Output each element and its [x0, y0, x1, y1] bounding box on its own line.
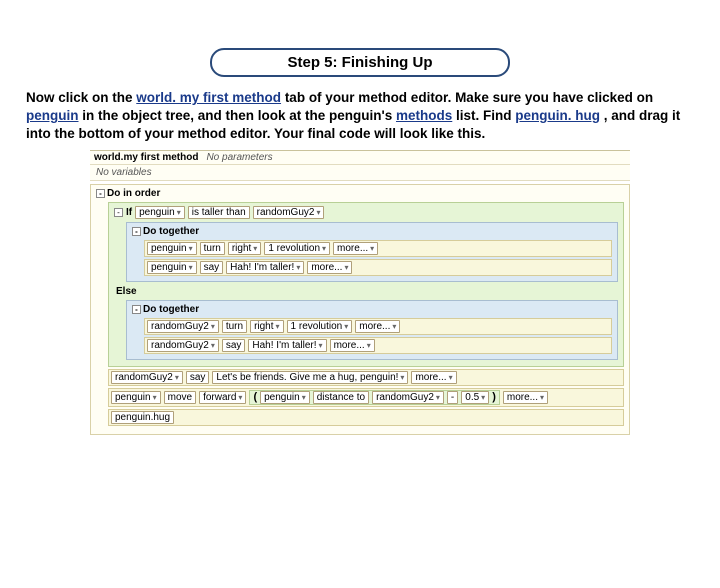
if-condition-row: - If penguin▾ is taller than randomGuy2▾ [112, 205, 620, 220]
verb-tile[interactable]: turn [222, 320, 247, 333]
subject-tile[interactable]: penguin▾ [111, 391, 161, 404]
distance-tile[interactable]: distance to [313, 391, 369, 404]
target-tile[interactable]: randomGuy2▾ [372, 391, 444, 404]
hug-row[interactable]: penguin.hug [108, 409, 624, 426]
txt: Now click on the [26, 90, 136, 105]
no-variables: No variables [90, 165, 630, 181]
step-header: Step 5: Finishing Up [210, 48, 510, 77]
do-in-order-block[interactable]: - Do in order - If penguin▾ is taller th… [90, 184, 630, 435]
link-penguin: penguin [26, 108, 79, 123]
method-name: world.my first method [94, 152, 198, 163]
more-tile[interactable]: more...▾ [411, 371, 456, 384]
verb-tile[interactable]: say [200, 261, 224, 274]
collapse-icon[interactable]: - [132, 227, 141, 236]
hug-tile[interactable]: penguin.hug [111, 411, 174, 424]
amount-tile[interactable]: 1 revolution▾ [264, 242, 330, 255]
say-row[interactable]: randomGuy2▾ say Hah! I'm taller!▾ more..… [144, 337, 612, 354]
label: Do together [143, 226, 199, 237]
subject-tile[interactable]: randomGuy2▾ [111, 371, 183, 384]
amount-tile[interactable]: 1 revolution▾ [287, 320, 353, 333]
paren-close: ) [492, 391, 496, 403]
minus-tile[interactable]: - [447, 391, 458, 404]
half-tile[interactable]: 0.5▾ [461, 391, 489, 404]
verb-tile[interactable]: turn [200, 242, 225, 255]
do-together-block-else[interactable]: - Do together randomGuy2▾ turn right▾ 1 … [126, 300, 618, 360]
do-together-block[interactable]: - Do together penguin▾ turn right▾ 1 rev… [126, 222, 618, 282]
do-together-label: - Do together [130, 225, 614, 238]
label: Do together [143, 304, 199, 315]
label: Do in order [107, 188, 160, 199]
if-label: If [126, 207, 132, 218]
subject-tile[interactable]: penguin▾ [147, 242, 197, 255]
link-world-method: world. my first method [136, 90, 281, 105]
do-in-order-label: - Do in order [94, 187, 626, 200]
collapse-icon[interactable]: - [114, 208, 123, 217]
link-penguin-hug: penguin. hug [515, 108, 600, 123]
turn-row[interactable]: penguin▾ turn right▾ 1 revolution▾ more.… [144, 240, 612, 257]
verb-tile[interactable]: say [222, 339, 246, 352]
more-tile[interactable]: more...▾ [307, 261, 352, 274]
no-params: No parameters [206, 152, 272, 163]
subject-tile[interactable]: penguin▾ [135, 206, 185, 219]
more-tile[interactable]: more...▾ [355, 320, 400, 333]
msg-tile[interactable]: Hah! I'm taller!▾ [248, 339, 326, 352]
object-tile[interactable]: randomGuy2▾ [253, 206, 325, 219]
dir-tile[interactable]: right▾ [250, 320, 283, 333]
dir-tile[interactable]: forward▾ [199, 391, 246, 404]
move-row[interactable]: penguin▾ move forward▾ ( penguin▾ distan… [108, 388, 624, 407]
turn-row[interactable]: randomGuy2▾ turn right▾ 1 revolution▾ mo… [144, 318, 612, 335]
collapse-icon[interactable]: - [132, 305, 141, 314]
txt: in the object tree, and then look at the… [82, 108, 396, 123]
more-tile[interactable]: more...▾ [503, 391, 548, 404]
collapse-icon[interactable]: - [96, 189, 105, 198]
comparison-tile[interactable]: is taller than [188, 206, 250, 219]
subject-tile[interactable]: penguin▾ [147, 261, 197, 274]
subject-tile[interactable]: randomGuy2▾ [147, 320, 219, 333]
paren-open: ( [253, 391, 257, 403]
method-editor: world.my first method No parameters No v… [90, 150, 630, 435]
dir-tile[interactable]: right▾ [228, 242, 261, 255]
else-label: Else [112, 284, 620, 298]
say-row[interactable]: penguin▾ say Hah! I'm taller!▾ more...▾ [144, 259, 612, 276]
txt: tab of your method editor. Make sure you… [285, 90, 653, 105]
instruction-text: Now click on the world. my first method … [26, 89, 694, 144]
more-tile[interactable]: more...▾ [333, 242, 378, 255]
link-methods: methods [396, 108, 452, 123]
msg-tile[interactable]: Hah! I'm taller!▾ [226, 261, 304, 274]
more-tile[interactable]: more...▾ [330, 339, 375, 352]
say-friends-row[interactable]: randomGuy2▾ say Let's be friends. Give m… [108, 369, 624, 386]
if-block[interactable]: - If penguin▾ is taller than randomGuy2▾… [108, 202, 624, 367]
verb-tile[interactable]: move [164, 391, 196, 404]
verb-tile[interactable]: say [186, 371, 210, 384]
msg-tile[interactable]: Let's be friends. Give me a hug, penguin… [212, 371, 408, 384]
do-together-label: - Do together [130, 303, 614, 316]
subject-tile[interactable]: randomGuy2▾ [147, 339, 219, 352]
txt: list. Find [456, 108, 515, 123]
expression-group[interactable]: ( penguin▾ distance to randomGuy2▾ - 0.5… [249, 390, 499, 405]
inner-subject[interactable]: penguin▾ [260, 391, 310, 404]
editor-header: world.my first method No parameters [90, 151, 630, 165]
